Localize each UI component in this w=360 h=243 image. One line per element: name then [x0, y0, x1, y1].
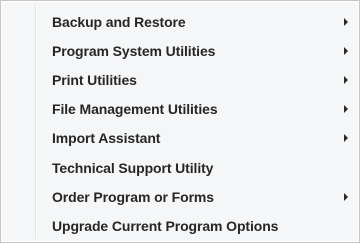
menu-item-file-management-utilities[interactable]: File Management Utilities: [4, 96, 356, 122]
chevron-right-icon: [344, 18, 348, 26]
menu-item-label: Order Program or Forms: [52, 189, 214, 205]
context-menu: Backup and Restore Program System Utilit…: [0, 0, 360, 243]
chevron-right-icon: [344, 47, 348, 55]
chevron-right-icon: [344, 76, 348, 84]
chevron-right-icon: [344, 193, 348, 201]
menu-item-import-assistant[interactable]: Import Assistant: [4, 125, 356, 151]
menu-item-label: File Management Utilities: [52, 101, 218, 117]
menu-item-order-program-or-forms[interactable]: Order Program or Forms: [4, 184, 356, 210]
menu-item-label: Upgrade Current Program Options: [52, 218, 279, 234]
menu-item-technical-support-utility[interactable]: Technical Support Utility: [4, 155, 356, 181]
menu-item-program-system-utilities[interactable]: Program System Utilities: [4, 38, 356, 64]
menu-item-label: Technical Support Utility: [52, 160, 214, 176]
menu-item-label: Import Assistant: [52, 130, 161, 146]
menu-item-label: Backup and Restore: [52, 14, 186, 30]
menu-item-upgrade-current-program-options[interactable]: Upgrade Current Program Options: [4, 213, 356, 239]
menu-item-print-utilities[interactable]: Print Utilities: [4, 67, 356, 93]
menu-item-backup-and-restore[interactable]: Backup and Restore: [4, 9, 356, 35]
chevron-right-icon: [344, 134, 348, 142]
menu-item-label: Print Utilities: [52, 72, 137, 88]
chevron-right-icon: [344, 105, 348, 113]
menu-item-label: Program System Utilities: [52, 43, 216, 59]
